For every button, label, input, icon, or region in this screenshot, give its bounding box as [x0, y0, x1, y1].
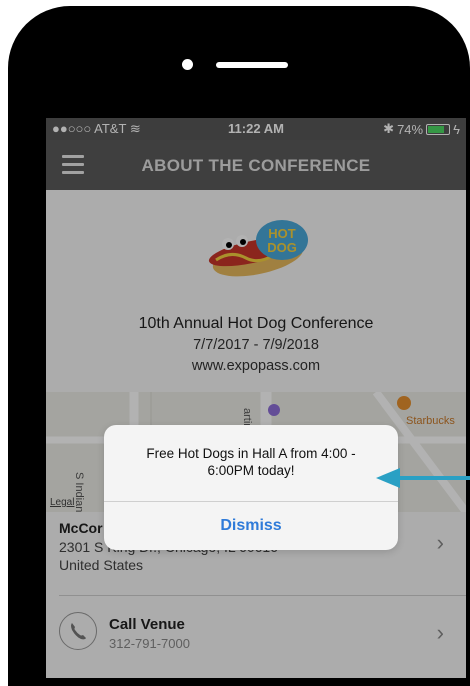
app-screen: ●●○○○ AT&T ≋ 11:22 AM ✱ 74% ϟ ABOUT THE …: [46, 118, 466, 678]
pointer-arrow-icon: [376, 468, 470, 488]
phone-frame: ●●○○○ AT&T ≋ 11:22 AM ✱ 74% ϟ ABOUT THE …: [8, 6, 470, 686]
front-camera: [182, 59, 193, 70]
modal-overlay: [46, 118, 466, 678]
alert-message: Free Hot Dogs in Hall A from 4:00 - 6:00…: [146, 446, 356, 478]
alert-dialog: Free Hot Dogs in Hall A from 4:00 - 6:00…: [104, 425, 398, 550]
earpiece-speaker: [216, 62, 288, 68]
dismiss-button[interactable]: Dismiss: [104, 501, 398, 550]
